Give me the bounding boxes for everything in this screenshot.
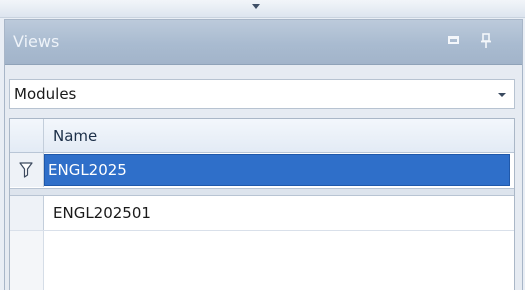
panel-title: Views [13,32,60,51]
modules-grid: Name ENGL2025 ENGL202501 [9,118,515,290]
row-name-cell[interactable]: ENGL202501 [53,204,151,222]
panel-body: Modules Name ENGL2025 ENGL202501 [5,65,522,290]
chevron-down-icon[interactable] [498,93,506,97]
grid-empty-area [10,231,514,290]
grid-header: Name [10,119,514,153]
view-selector-value: Modules [14,85,77,103]
views-panel: Views Modules Name ENGL2025 ENGL202501 [4,19,523,290]
empty-indicator-column [10,231,44,290]
filter-icon [19,162,33,178]
splitter-bar[interactable] [0,0,525,18]
indicator-column-header [10,119,44,152]
maximize-button[interactable] [443,30,465,52]
maximize-icon [448,36,459,44]
views-window: Views Modules Name ENGL2025 ENGL202501 [0,0,525,290]
table-row[interactable]: ENGL202501 [10,196,514,231]
auto-filter-row: ENGL2025 [10,153,514,187]
name-filter-input[interactable]: ENGL2025 [44,154,510,186]
row-indicator[interactable] [10,196,44,230]
pin-button[interactable] [475,30,497,52]
pin-icon [481,33,491,48]
filter-row-separator [10,188,514,196]
view-selector-dropdown[interactable]: Modules [9,79,515,109]
column-header-name[interactable]: Name [53,127,97,145]
panel-header: Views [5,20,522,65]
name-filter-value: ENGL2025 [48,161,127,179]
splitter-grip-icon[interactable] [252,4,260,12]
filter-row-indicator [10,153,44,187]
